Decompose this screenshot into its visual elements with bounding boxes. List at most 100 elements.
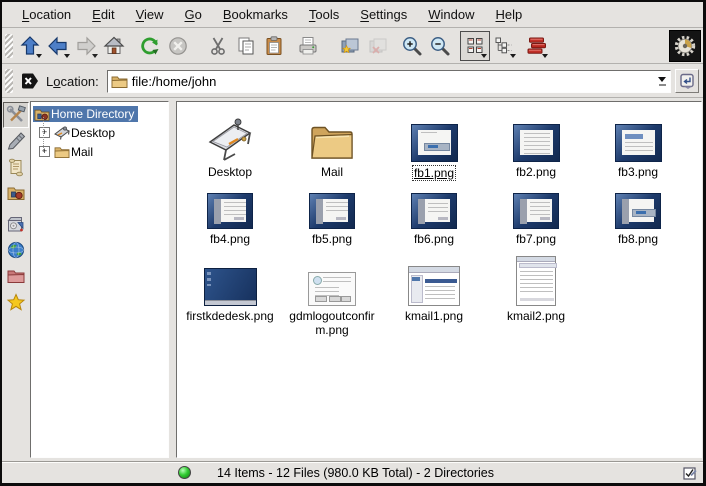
tree-connector-line xyxy=(43,117,44,152)
file-label: Desktop xyxy=(206,165,254,179)
desktop-folder-icon xyxy=(205,116,255,162)
thumb-detail xyxy=(625,134,643,139)
up-dropdown-arrow[interactable] xyxy=(36,54,42,58)
up-button[interactable] xyxy=(16,32,44,60)
file-label: fb4.png xyxy=(208,232,252,246)
sidebar-configure-button[interactable] xyxy=(3,102,29,128)
menu-help[interactable]: Help xyxy=(486,5,533,24)
kde-gear-logo xyxy=(673,34,697,58)
reload-icon xyxy=(139,35,161,57)
bookshelf-dropdown-arrow[interactable] xyxy=(542,54,548,58)
sidebar-root-folder-button[interactable] xyxy=(3,263,29,289)
desktop-icon xyxy=(53,125,71,141)
menu-edit[interactable]: Edit xyxy=(82,5,124,24)
tree-view-dropdown-arrow[interactable] xyxy=(510,54,516,58)
dropdown-dash xyxy=(659,84,666,86)
sidebar-network-button[interactable] xyxy=(3,237,29,263)
file-item[interactable]: fb6.png xyxy=(383,181,485,246)
thumb-detail xyxy=(622,199,629,224)
paste-button[interactable] xyxy=(260,32,288,60)
thumb-detail xyxy=(421,132,437,136)
thumb-detail xyxy=(341,296,351,302)
file-item[interactable]: fb8.png xyxy=(587,181,689,246)
zoom-out-button[interactable] xyxy=(426,32,454,60)
thumb-detail xyxy=(205,300,256,305)
file-item[interactable]: fb4.png xyxy=(179,181,281,246)
sidebar-bookmarks-button[interactable] xyxy=(3,289,29,315)
file-thumbnail xyxy=(411,193,457,229)
kde-throbber[interactable] xyxy=(669,30,701,62)
copy-button[interactable] xyxy=(232,32,260,60)
image-frames-icon xyxy=(339,35,361,57)
chevron-down-icon xyxy=(658,77,666,82)
linked-view-checkbox[interactable] xyxy=(683,466,697,480)
file-item[interactable]: fb7.png xyxy=(485,181,587,246)
menu-location[interactable]: Location xyxy=(12,5,81,24)
zoom-in-button[interactable] xyxy=(398,32,426,60)
menu-settings[interactable]: Settings xyxy=(350,5,417,24)
file-thumbnail xyxy=(513,193,559,229)
thumb-detail xyxy=(316,199,323,224)
menu-go[interactable]: Go xyxy=(175,5,212,24)
location-toolbar: Location: file:/home/john xyxy=(2,65,703,97)
file-item[interactable]: Desktop xyxy=(179,110,281,181)
back-dropdown-arrow[interactable] xyxy=(64,54,70,58)
sidebar-history-button[interactable] xyxy=(3,154,29,180)
arrow-nib-icon xyxy=(6,131,26,151)
location-input[interactable]: file:/home/john xyxy=(132,74,650,89)
bookshelf-view-button[interactable] xyxy=(522,32,550,60)
thumb-detail xyxy=(428,203,448,215)
menu-view[interactable]: View xyxy=(126,5,174,24)
file-item[interactable]: firstkdedesk.png xyxy=(179,246,281,337)
file-item[interactable]: kmail1.png xyxy=(383,246,485,337)
thumb-detail xyxy=(425,286,455,300)
back-button[interactable] xyxy=(44,32,72,60)
location-toolbar-grip[interactable] xyxy=(5,69,13,93)
location-combobox[interactable]: file:/home/john xyxy=(107,70,671,93)
menu-window[interactable]: Window xyxy=(418,5,484,24)
reload-button[interactable] xyxy=(136,32,164,60)
location-dropdown-button[interactable] xyxy=(654,71,670,92)
file-item[interactable]: gdmlogoutconfirm.png xyxy=(281,246,383,337)
thumb-detail xyxy=(517,257,555,262)
image-frames-button[interactable] xyxy=(336,32,364,60)
file-item[interactable]: Mail xyxy=(281,110,383,181)
menu-tools[interactable]: Tools xyxy=(299,5,349,24)
expand-plus-icon[interactable]: + xyxy=(39,146,50,157)
expand-plus-icon[interactable]: + xyxy=(39,127,50,138)
file-item[interactable]: fb2.png xyxy=(485,110,587,181)
home-folder-icon xyxy=(33,106,51,122)
stop-button xyxy=(164,32,192,60)
print-button[interactable] xyxy=(294,32,322,60)
menu-bar: Location Edit View Go Bookmarks Tools Se… xyxy=(2,2,703,27)
thumb-detail xyxy=(336,217,346,220)
file-item[interactable]: kmail2.png xyxy=(485,246,587,337)
menu-bookmarks[interactable]: Bookmarks xyxy=(213,5,298,24)
toolbar-grip[interactable] xyxy=(5,34,13,58)
tree-item-desktop[interactable]: + Desktop xyxy=(39,123,168,142)
services-box-icon xyxy=(6,214,26,234)
sidebar-history-arrow-button[interactable] xyxy=(3,128,29,154)
icon-view-dropdown-arrow[interactable] xyxy=(481,54,487,58)
panel-splitter[interactable] xyxy=(169,101,176,461)
home-button[interactable] xyxy=(100,32,128,60)
clear-location-icon[interactable] xyxy=(20,72,40,90)
file-item[interactable]: fb3.png xyxy=(587,110,689,181)
file-icon-view[interactable]: Desktop Mail xyxy=(176,101,702,458)
go-button[interactable] xyxy=(675,69,699,93)
cut-button[interactable] xyxy=(204,32,232,60)
thumb-detail xyxy=(520,298,554,301)
history-scroll-icon xyxy=(6,157,26,177)
sidebar-home-directory-button[interactable] xyxy=(3,180,29,206)
status-bar: 14 Items - 12 Files (980.0 KB Total) - 2… xyxy=(2,461,703,483)
tree-item-mail[interactable]: + Mail xyxy=(39,142,168,161)
file-item[interactable]: fb5.png xyxy=(281,181,383,246)
file-item[interactable]: fb1.png xyxy=(383,110,485,181)
tree-item-home-directory[interactable]: Home Directory xyxy=(33,104,168,123)
tree-view-button[interactable] xyxy=(490,32,518,60)
file-thumbnail xyxy=(204,268,257,306)
status-text: 14 Items - 12 Files (980.0 KB Total) - 2… xyxy=(217,466,683,480)
sidebar-services-button[interactable] xyxy=(3,211,29,237)
icon-view-button[interactable] xyxy=(460,31,490,61)
main-toolbar xyxy=(2,29,703,63)
